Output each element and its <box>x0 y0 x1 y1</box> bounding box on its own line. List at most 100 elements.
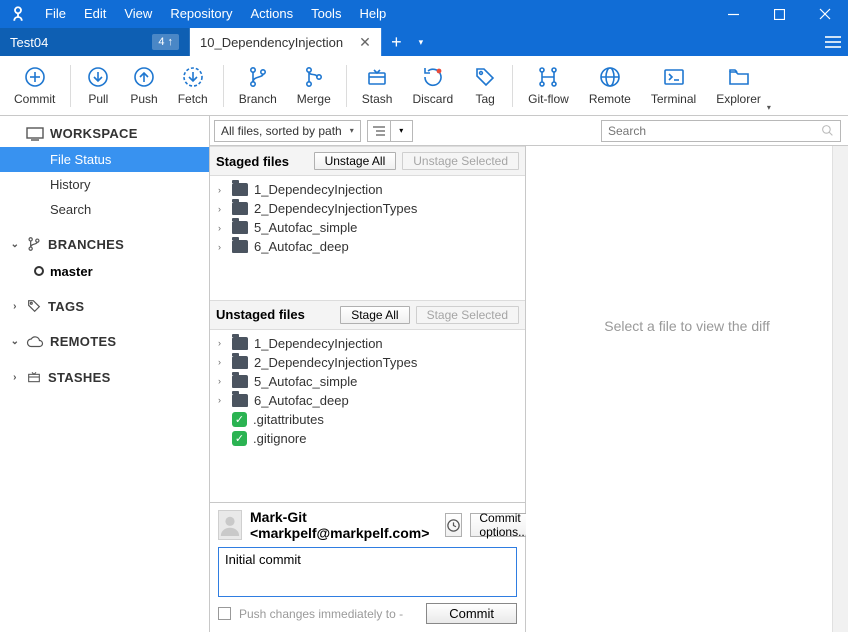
stage-selected-button[interactable]: Stage Selected <box>416 306 519 324</box>
scrollbar[interactable] <box>832 146 848 632</box>
combo-label: All files, sorted by path <box>221 124 342 138</box>
tab-inactive[interactable]: Test04 4 ↑ <box>0 28 190 56</box>
sidebar-item-history[interactable]: History <box>0 172 209 197</box>
stash-tool[interactable]: Stash <box>352 63 403 108</box>
file-filter-combo[interactable]: All files, sorted by path ▾ <box>214 120 361 142</box>
file-row[interactable]: ›6_Autofac_deep <box>210 391 525 410</box>
tab-bar: Test04 4 ↑ 10_DependencyInjection ✕ + ▾ <box>0 28 848 56</box>
search-field[interactable] <box>601 120 841 142</box>
branches-header[interactable]: ⌄ BRANCHES <box>0 230 209 258</box>
unstaged-header: Unstaged files Stage All Stage Selected <box>210 300 525 330</box>
file-row[interactable]: ›1_DependecyInjection <box>210 334 525 353</box>
toolbar-overflow[interactable]: ▾ <box>767 103 771 115</box>
push-immediate-checkbox[interactable] <box>218 607 231 620</box>
unstage-selected-button[interactable]: Unstage Selected <box>402 152 519 170</box>
terminal-tool[interactable]: Terminal <box>641 63 706 108</box>
chevron-down-icon: ⌄ <box>10 336 20 347</box>
merge-tool[interactable]: Merge <box>287 63 341 108</box>
file-row[interactable]: ›✓.gitignore <box>210 429 525 448</box>
fetch-tool[interactable]: Fetch <box>168 63 218 108</box>
menu-view[interactable]: View <box>115 0 161 28</box>
commit-author: Mark-Git <markpelf@markpelf.com> <box>250 509 429 541</box>
chevron-right-icon: › <box>218 376 226 386</box>
staged-header: Staged files Unstage All Unstage Selecte… <box>210 146 525 176</box>
chevron-right-icon: › <box>10 372 20 383</box>
file-row[interactable]: ›6_Autofac_deep <box>210 237 525 256</box>
file-row[interactable]: ›1_DependecyInjection <box>210 180 525 199</box>
view-mode-button[interactable] <box>367 120 391 142</box>
tag-tool[interactable]: Tag <box>463 63 507 108</box>
menu-file[interactable]: File <box>36 0 75 28</box>
tool-label: Remote <box>589 92 631 106</box>
pane-title: Unstaged files <box>216 307 305 322</box>
close-icon[interactable]: ✕ <box>359 34 371 51</box>
pull-tool[interactable]: Pull <box>76 63 120 108</box>
view-mode-dropdown[interactable]: ▾ <box>391 120 413 142</box>
clock-icon <box>446 518 461 533</box>
branch-tool[interactable]: Branch <box>229 63 287 108</box>
gitflow-tool[interactable]: Git-flow <box>518 63 579 108</box>
sidebar: › WORKSPACE File Status History Search ⌄… <box>0 116 210 632</box>
diff-column: Select a file to view the diff <box>526 146 848 632</box>
pane-title: Staged files <box>216 154 289 169</box>
file-row[interactable]: ›5_Autofac_simple <box>210 372 525 391</box>
window-controls <box>710 0 848 28</box>
new-tab-dropdown[interactable]: ▾ <box>411 28 431 56</box>
section-label: TAGS <box>48 299 84 314</box>
branch-master[interactable]: master <box>0 258 209 284</box>
commit-message-input[interactable] <box>218 547 517 597</box>
tags-header[interactable]: › TAGS <box>0 292 209 320</box>
commit-button[interactable]: Commit <box>426 603 517 624</box>
hamburger-button[interactable] <box>818 28 848 56</box>
file-name: .gitignore <box>253 431 306 446</box>
close-button[interactable] <box>802 0 848 28</box>
menu-tools[interactable]: Tools <box>302 0 350 28</box>
tool-label: Branch <box>239 92 277 106</box>
commit-history-button[interactable] <box>445 513 462 537</box>
unstage-all-button[interactable]: Unstage All <box>314 152 397 170</box>
new-tab-button[interactable]: + <box>381 28 411 56</box>
file-row[interactable]: ›2_DependecyInjectionTypes <box>210 353 525 372</box>
folder-icon <box>232 202 248 215</box>
remote-tool[interactable]: Remote <box>579 63 641 108</box>
chevron-right-icon: › <box>218 242 226 252</box>
tab-active[interactable]: 10_DependencyInjection ✕ <box>190 28 381 56</box>
sidebar-item-search[interactable]: Search <box>0 197 209 222</box>
monitor-icon <box>26 127 44 141</box>
folder-icon <box>232 240 248 253</box>
file-row[interactable]: ›2_DependecyInjectionTypes <box>210 199 525 218</box>
unstaged-list: ›1_DependecyInjection›2_DependecyInjecti… <box>210 330 525 502</box>
stage-all-button[interactable]: Stage All <box>340 306 409 324</box>
maximize-button[interactable] <box>756 0 802 28</box>
workspace-header[interactable]: › WORKSPACE <box>0 120 209 147</box>
minimize-button[interactable] <box>710 0 756 28</box>
file-row[interactable]: ›✓.gitattributes <box>210 410 525 429</box>
commit-tool[interactable]: Commit <box>4 63 65 108</box>
folder-icon <box>232 356 248 369</box>
discard-tool[interactable]: Discard <box>402 63 463 108</box>
stashes-header[interactable]: › STASHES <box>0 363 209 391</box>
main-toolbar: Commit Pull Push Fetch Branch Merge Stas… <box>0 56 848 116</box>
tool-label: Merge <box>297 92 331 106</box>
file-name: 1_DependecyInjection <box>254 182 383 197</box>
chevron-right-icon: › <box>10 301 20 312</box>
file-row[interactable]: ›5_Autofac_simple <box>210 218 525 237</box>
search-input[interactable] <box>608 124 808 138</box>
menu-actions[interactable]: Actions <box>241 0 302 28</box>
folder-icon <box>232 221 248 234</box>
menu-help[interactable]: Help <box>350 0 395 28</box>
sidebar-item-file-status[interactable]: File Status <box>0 147 209 172</box>
section-label: STASHES <box>48 370 111 385</box>
remotes-header[interactable]: ⌄ REMOTES <box>0 328 209 355</box>
menu-repository[interactable]: Repository <box>161 0 241 28</box>
stash-icon <box>26 369 42 385</box>
push-tool[interactable]: Push <box>120 63 167 108</box>
button-label: Commit options... <box>479 511 528 539</box>
commit-section: Mark-Git <markpelf@markpelf.com> Commit … <box>210 502 525 632</box>
tab-label: 10_DependencyInjection <box>200 35 343 50</box>
explorer-tool[interactable]: Explorer <box>706 63 771 108</box>
folder-icon <box>232 183 248 196</box>
menu-edit[interactable]: Edit <box>75 0 115 28</box>
tool-label: Push <box>130 92 157 106</box>
added-icon: ✓ <box>232 412 247 427</box>
